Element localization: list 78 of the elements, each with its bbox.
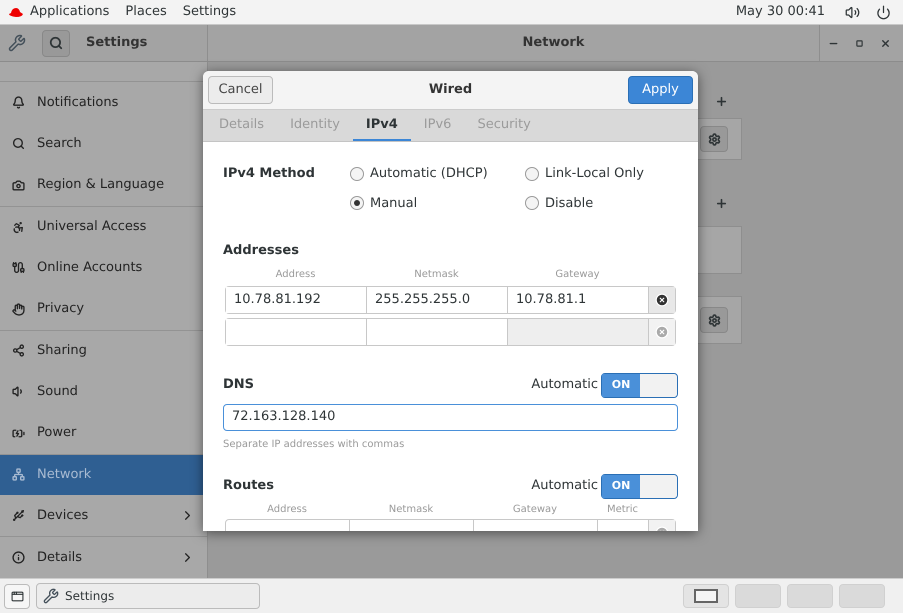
info-icon xyxy=(12,550,25,564)
camera-icon xyxy=(12,178,25,192)
show-desktop-button[interactable] xyxy=(4,584,30,608)
automatic-label: Automatic xyxy=(531,376,598,394)
sidebar-item[interactable]: Privacy xyxy=(0,288,207,330)
volume-icon[interactable] xyxy=(845,4,860,20)
address-field[interactable]: 10.78.81.192 xyxy=(226,286,367,312)
search-icon xyxy=(12,137,25,150)
sidebar-item[interactable]: Region & Language xyxy=(0,164,207,206)
automatic-label: Automatic xyxy=(531,477,598,496)
power-icon[interactable] xyxy=(876,4,891,20)
gear-icon xyxy=(708,132,720,146)
accessibility-icon xyxy=(12,220,25,234)
dns-field[interactable]: 72.163.128.140 xyxy=(223,404,678,430)
close-icon xyxy=(655,292,669,306)
column-heading: Netmask xyxy=(413,268,460,282)
maximize-icon[interactable] xyxy=(856,40,863,46)
radio-button[interactable] xyxy=(350,166,364,181)
radio-button[interactable] xyxy=(350,196,364,210)
radio-label: Link-Local Only xyxy=(545,165,644,183)
radio-label: Manual xyxy=(370,194,418,212)
search-icon xyxy=(49,36,63,50)
column-heading: Gateway xyxy=(554,268,601,282)
sidebar-item[interactable]: Search xyxy=(0,123,207,165)
column-heading: Gateway xyxy=(512,502,558,516)
add-icon xyxy=(715,197,728,210)
tools-icon xyxy=(43,588,59,604)
column-heading: Netmask xyxy=(388,502,434,516)
share-icon xyxy=(12,344,25,358)
tab[interactable]: IPv4 xyxy=(352,110,411,141)
close-icon[interactable] xyxy=(880,38,891,48)
network-icon xyxy=(12,468,25,482)
section-label: IPv4 Method xyxy=(223,165,316,183)
workspace-button[interactable] xyxy=(683,584,729,608)
radio-button[interactable] xyxy=(525,196,539,210)
top-menu[interactable]: Settings xyxy=(182,2,236,22)
window-title: Network xyxy=(522,34,586,52)
section-label: Routes xyxy=(223,477,275,496)
column-heading: Address xyxy=(266,502,308,516)
sidebar-item[interactable]: Sound xyxy=(0,371,207,412)
bell-icon xyxy=(12,96,25,110)
section-label: Addresses xyxy=(223,242,300,260)
radio-button[interactable] xyxy=(525,166,539,181)
remove-button[interactable] xyxy=(649,286,675,312)
plug-icon xyxy=(12,261,25,274)
column-heading: Address xyxy=(274,268,316,282)
radio-label: Automatic (DHCP) xyxy=(370,165,488,183)
gear-icon xyxy=(708,314,720,326)
top-menu[interactable]: Applications xyxy=(30,2,110,22)
sidebar-item[interactable]: Devices xyxy=(0,494,207,536)
panel-background xyxy=(696,226,742,274)
close-icon xyxy=(655,324,669,338)
clock[interactable]: May 30 00:41 xyxy=(736,2,825,22)
switch-label: ON xyxy=(602,474,640,498)
section-label: DNS xyxy=(223,376,256,394)
apply-button[interactable]: Apply xyxy=(628,76,693,104)
address-field[interactable] xyxy=(226,318,367,344)
cancel-button[interactable]: Cancel xyxy=(208,76,273,104)
hat-icon xyxy=(8,6,24,18)
usb-icon xyxy=(12,509,25,522)
sidebar-item[interactable]: Online Accounts xyxy=(0,247,207,288)
sidebar-item[interactable]: Notifications xyxy=(0,82,207,124)
dialog-title: Wired xyxy=(428,81,474,100)
battery-icon xyxy=(12,426,25,440)
hand-icon xyxy=(12,302,25,316)
switch-label: ON xyxy=(602,374,640,396)
add-icon xyxy=(715,95,728,108)
search-button[interactable] xyxy=(42,30,70,56)
column-heading: Metric xyxy=(606,502,640,516)
tools-icon xyxy=(8,34,26,52)
top-menu[interactable]: Places xyxy=(125,2,167,22)
speaker-icon xyxy=(12,385,25,398)
radio-label: Disable xyxy=(545,194,594,212)
sidebar-title: Settings xyxy=(86,34,148,52)
window-icon xyxy=(10,590,24,602)
sidebar-item[interactable]: Power xyxy=(0,412,207,454)
hint-text: Separate IP addresses with commas xyxy=(223,438,406,452)
taskbar-window-button[interactable]: Settings xyxy=(36,583,260,609)
